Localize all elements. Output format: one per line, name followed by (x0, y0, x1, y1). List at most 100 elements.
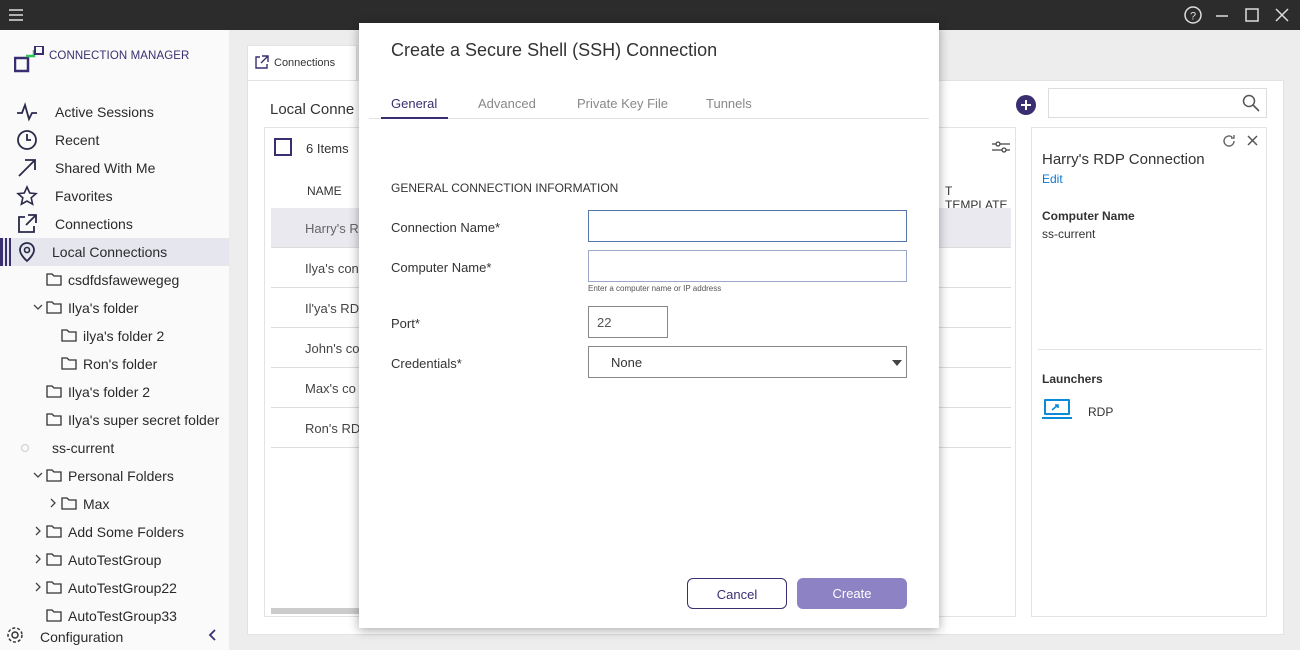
nav-label: Connections (55, 216, 133, 232)
tab-tunnels[interactable]: Tunnels (706, 96, 752, 111)
row-name: John's co (305, 341, 360, 356)
connection-name-label: Connection Name* (391, 220, 501, 235)
help-icon[interactable]: ? (1183, 5, 1203, 25)
tab-private-key-file[interactable]: Private Key File (577, 96, 668, 111)
nav-favorites[interactable]: Favorites (0, 182, 229, 210)
tree-item[interactable]: ilya's folder 2 (0, 322, 229, 350)
active-tab-underline (381, 117, 448, 119)
computer-name-value: ss-current (1042, 227, 1096, 241)
tree-item[interactable]: Personal Folders (0, 462, 229, 490)
tree-item[interactable]: AutoTestGroup22 (0, 574, 229, 602)
create-ssh-dialog: Create a Secure Shell (SSH) Connection G… (359, 23, 939, 628)
tree-item[interactable]: Ilya's folder (0, 294, 229, 322)
configuration-label: Configuration (40, 629, 124, 645)
tree-label: AutoTestGroup22 (68, 580, 177, 596)
rdp-launcher-icon[interactable] (1042, 398, 1072, 420)
close-window-icon[interactable] (1272, 5, 1292, 25)
tree-item[interactable]: Ron's folder (0, 350, 229, 378)
nav-connections[interactable]: Connections (0, 210, 229, 238)
hamburger-menu-icon[interactable] (6, 5, 26, 25)
nav-label: Recent (55, 132, 100, 148)
computer-name-hint: Enter a computer name or IP address (588, 284, 722, 293)
star-icon (16, 185, 38, 206)
folder-icon (46, 553, 62, 566)
tree-item[interactable]: Ilya's folder 2 (0, 378, 229, 406)
launcher-rdp-label[interactable]: RDP (1088, 405, 1113, 419)
tree-item[interactable]: AutoTestGroup33 (0, 602, 229, 624)
sidebar: CONNECTION MANAGER Active Sessions Recen… (0, 30, 229, 650)
search-icon[interactable] (1242, 94, 1260, 112)
folder-icon (61, 357, 77, 370)
tab-general[interactable]: General (391, 96, 437, 111)
cancel-button[interactable]: Cancel (687, 578, 787, 609)
connection-name-input[interactable] (588, 210, 907, 242)
minimize-icon[interactable] (1212, 5, 1232, 25)
computer-name-label: Computer Name* (391, 260, 492, 275)
maximize-icon[interactable] (1242, 5, 1262, 25)
close-icon[interactable] (1246, 134, 1259, 147)
tab-connections[interactable]: Connections (247, 45, 357, 81)
chevron-right-icon[interactable] (33, 554, 43, 564)
folder-icon (61, 497, 77, 510)
divider (1038, 349, 1262, 350)
nav-recent[interactable]: Recent (0, 126, 229, 154)
details-title: Harry's RDP Connection (1042, 151, 1205, 168)
tab-advanced[interactable]: Advanced (478, 96, 536, 111)
tree-label: Ron's folder (83, 356, 158, 372)
external-link-icon (18, 214, 37, 233)
tree-label: ss-current (52, 440, 115, 456)
nav-shared-with-me[interactable]: Shared With Me (0, 154, 229, 182)
tree-item[interactable]: AutoTestGroup (0, 546, 229, 574)
section-heading: GENERAL CONNECTION INFORMATION (391, 181, 619, 195)
nav-label: Local Connections (52, 244, 168, 260)
tree-item[interactable]: Ilya's super secret folder (0, 406, 229, 434)
tree-item[interactable]: Add Some Folders (0, 518, 229, 546)
nav-local-connections[interactable]: Local Connections (0, 238, 229, 266)
configuration-button[interactable]: Configuration (0, 624, 229, 650)
tree-label: Ilya's super secret folder (68, 412, 220, 428)
folder-icon (46, 301, 62, 314)
chevron-right-icon[interactable] (33, 526, 43, 536)
tree-label: Max (83, 496, 110, 512)
port-input[interactable] (588, 306, 668, 338)
computer-name-input[interactable] (588, 250, 907, 282)
filter-settings-icon[interactable] (991, 140, 1011, 154)
tree-label: Ilya's folder (68, 300, 139, 316)
chevron-down-icon[interactable] (33, 470, 43, 480)
folder-icon (46, 273, 62, 286)
tree-item[interactable]: csdfdsfawewegeg (0, 266, 229, 294)
chevron-right-icon[interactable] (33, 582, 43, 592)
tree-label: Add Some Folders (68, 524, 184, 540)
active-indicator (0, 238, 3, 266)
credentials-select[interactable]: None (588, 346, 907, 378)
row-name: Ilya's con (305, 261, 359, 276)
tree-label: AutoTestGroup (68, 552, 162, 568)
activity-icon (17, 102, 37, 122)
tree-label: ilya's folder 2 (83, 328, 165, 344)
create-button[interactable]: Create (797, 578, 907, 609)
tree-item[interactable]: ss-current (0, 434, 229, 462)
clock-icon (17, 130, 37, 150)
chevron-down-icon[interactable] (33, 302, 43, 312)
tree-item[interactable]: Max (0, 490, 229, 518)
nav-label: Shared With Me (55, 160, 156, 176)
refresh-icon[interactable] (1222, 134, 1236, 148)
share-arrow-icon (18, 159, 36, 177)
chevron-right-icon[interactable] (48, 498, 58, 508)
row-name: Max's co (305, 381, 356, 396)
horizontal-scrollbar[interactable] (271, 608, 371, 614)
location-pin-icon (19, 242, 35, 263)
search-input[interactable] (1048, 88, 1267, 118)
active-indicator-2 (5, 238, 7, 266)
nav-label: Active Sessions (55, 104, 154, 120)
collapse-sidebar-icon[interactable] (206, 628, 220, 642)
select-all-checkbox[interactable] (274, 138, 292, 156)
external-link-icon (255, 55, 269, 69)
edit-link[interactable]: Edit (1042, 172, 1063, 186)
dialog-tabs: General Advanced Private Key File Tunnel… (369, 93, 929, 119)
gear-icon (7, 627, 23, 643)
add-icon[interactable] (1016, 95, 1036, 115)
nav-active-sessions[interactable]: Active Sessions (0, 98, 229, 126)
folder-icon (46, 609, 62, 622)
col-name-header[interactable]: NAME (307, 184, 342, 198)
